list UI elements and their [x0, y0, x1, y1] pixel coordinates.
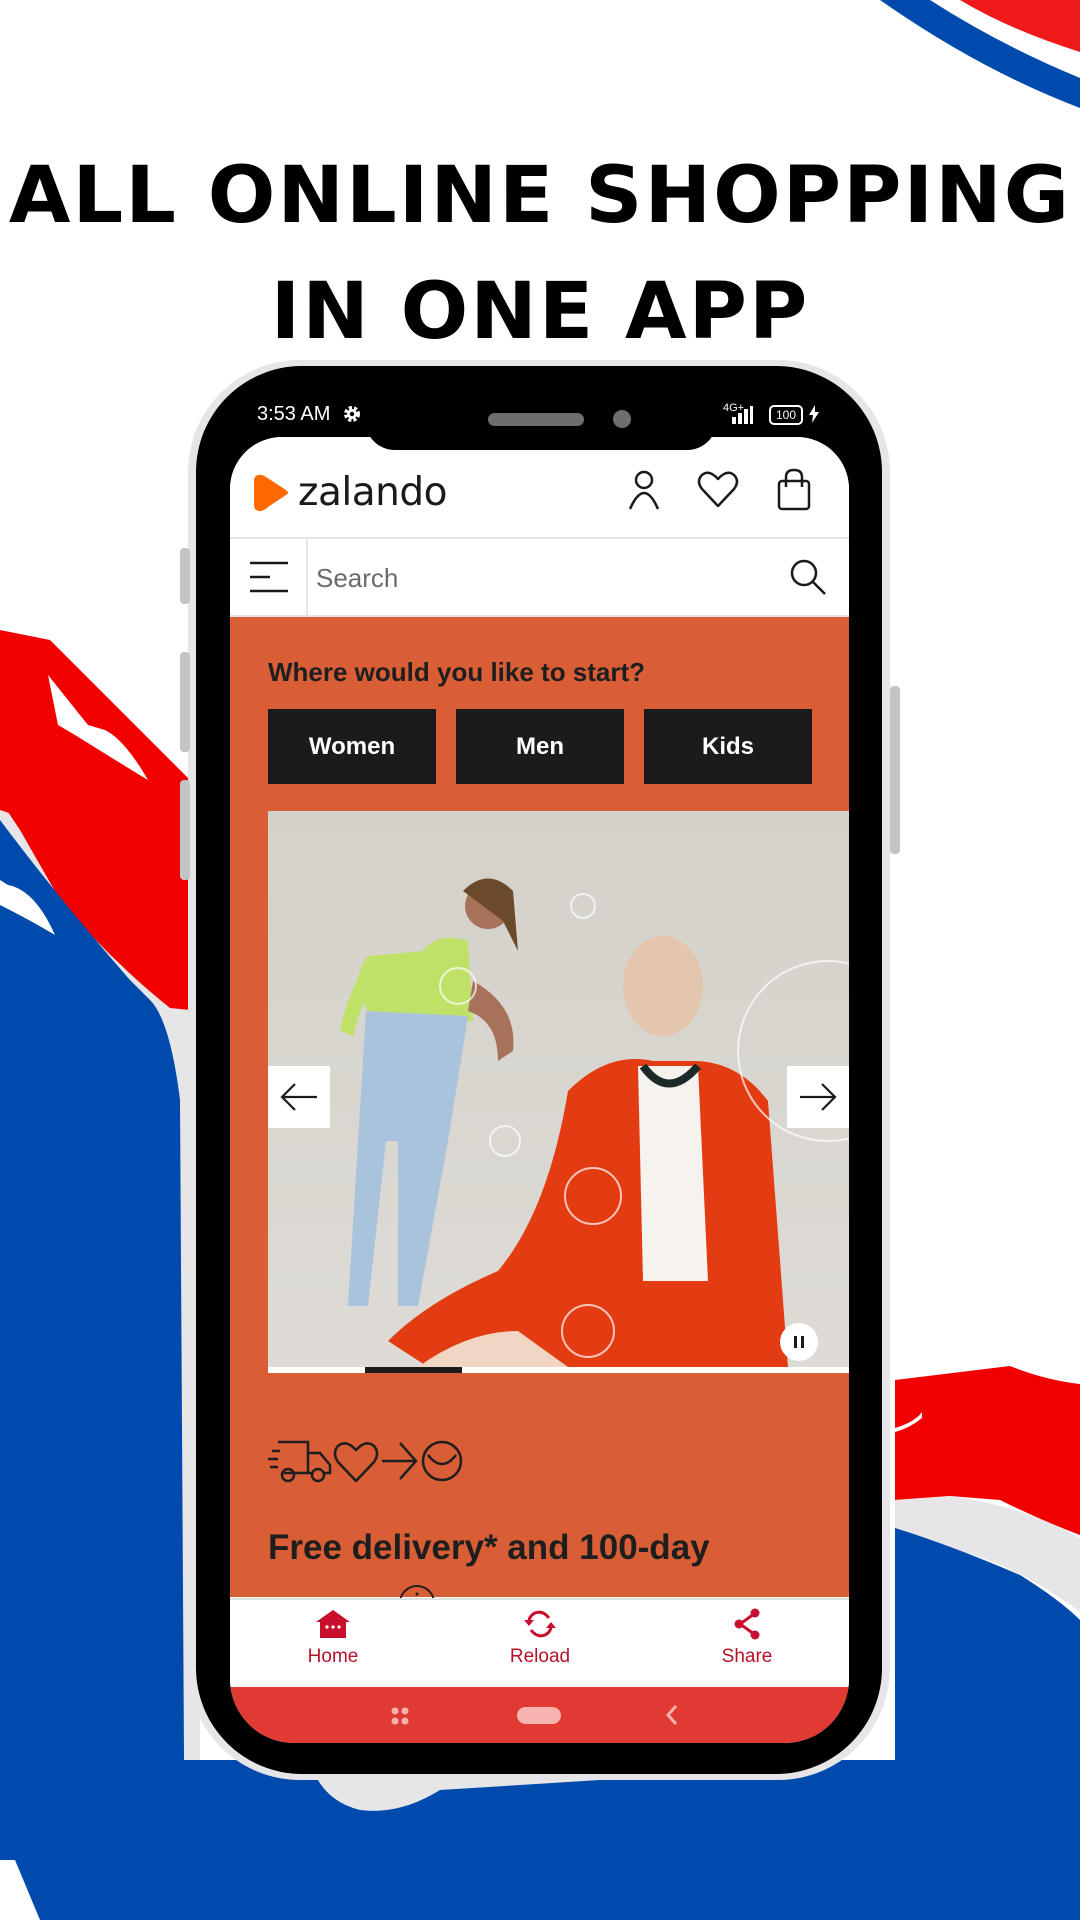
brand-name: zalando	[298, 470, 447, 515]
shopping-bag-icon[interactable]	[772, 467, 816, 511]
usp-icons	[268, 1439, 464, 1483]
category-women-button[interactable]: Women	[268, 709, 436, 784]
search-input[interactable]	[314, 553, 748, 603]
smile-icon	[421, 1440, 463, 1482]
promo-headline: ALL ONLINE SHOPPING IN ONE APP	[0, 138, 1080, 370]
carousel-image	[268, 811, 849, 1367]
nav-share[interactable]: Share	[687, 1608, 807, 1668]
phone-camera	[613, 410, 631, 428]
arrow-right-icon	[800, 1083, 837, 1111]
carousel-progress	[268, 1367, 849, 1373]
carousel-next-button[interactable]	[787, 1066, 849, 1128]
heart-icon[interactable]	[696, 467, 740, 511]
carousel-pause-button[interactable]	[780, 1323, 818, 1361]
status-time: 3:53 AM	[257, 403, 331, 425]
zalando-logo-icon	[254, 474, 288, 511]
headline-line-2: IN ONE APP	[270, 267, 810, 357]
content-area: Where would you like to start? Women Men…	[230, 617, 849, 1629]
nav-reload-label: Reload	[509, 1646, 571, 1667]
share-icon	[734, 1608, 760, 1640]
category-kids-button[interactable]: Kids	[644, 709, 812, 784]
recents-icon	[391, 1707, 409, 1725]
pause-icon	[794, 1336, 804, 1348]
arrow-left-icon	[280, 1083, 317, 1111]
search-icon[interactable]	[788, 557, 828, 597]
battery-icon: 100	[769, 405, 803, 425]
arrow-right-icon	[382, 1442, 418, 1480]
phone-volume-up	[180, 652, 190, 752]
charging-icon	[808, 405, 820, 429]
home-icon	[316, 1610, 350, 1638]
back-icon	[665, 1705, 678, 1725]
menu-button[interactable]	[230, 539, 308, 615]
battery-level: 100	[775, 408, 797, 422]
hero-carousel[interactable]	[268, 811, 849, 1367]
search-bar	[230, 539, 849, 617]
recents-button[interactable]	[390, 1706, 410, 1731]
app-screen: zalando Where would you like to start? W…	[230, 437, 849, 1743]
nav-reload[interactable]: Reload	[480, 1608, 600, 1668]
nav-home-label: Home	[307, 1646, 359, 1667]
carousel-progress-active	[364, 1367, 462, 1373]
headline-line-1: ALL ONLINE SHOPPING	[8, 151, 1072, 241]
phone-power-button	[890, 686, 900, 854]
start-question: Where would you like to start?	[268, 657, 646, 687]
nav-share-label: Share	[721, 1646, 773, 1667]
nav-home[interactable]: Home	[273, 1608, 393, 1668]
phone-side-button	[180, 548, 190, 604]
category-men-button[interactable]: Men	[456, 709, 624, 784]
back-button[interactable]	[664, 1703, 680, 1732]
settings-icon	[342, 404, 362, 430]
delivery-truck-icon	[268, 1440, 332, 1483]
bottom-navigation: Home Reload Share	[230, 1598, 849, 1689]
system-navigation-bar	[230, 1687, 849, 1743]
phone-volume-down	[180, 780, 190, 880]
heart-icon	[333, 1442, 379, 1483]
user-icon[interactable]	[622, 467, 666, 511]
system-home-button[interactable]	[517, 1707, 561, 1724]
hamburger-menu-icon	[250, 561, 288, 593]
signal-icon	[732, 406, 754, 430]
zalando-logo[interactable]: zalando	[252, 470, 447, 515]
phone-speaker	[488, 413, 584, 426]
app-header: zalando	[230, 437, 849, 539]
reload-icon	[524, 1610, 556, 1638]
carousel-prev-button[interactable]	[268, 1066, 330, 1128]
